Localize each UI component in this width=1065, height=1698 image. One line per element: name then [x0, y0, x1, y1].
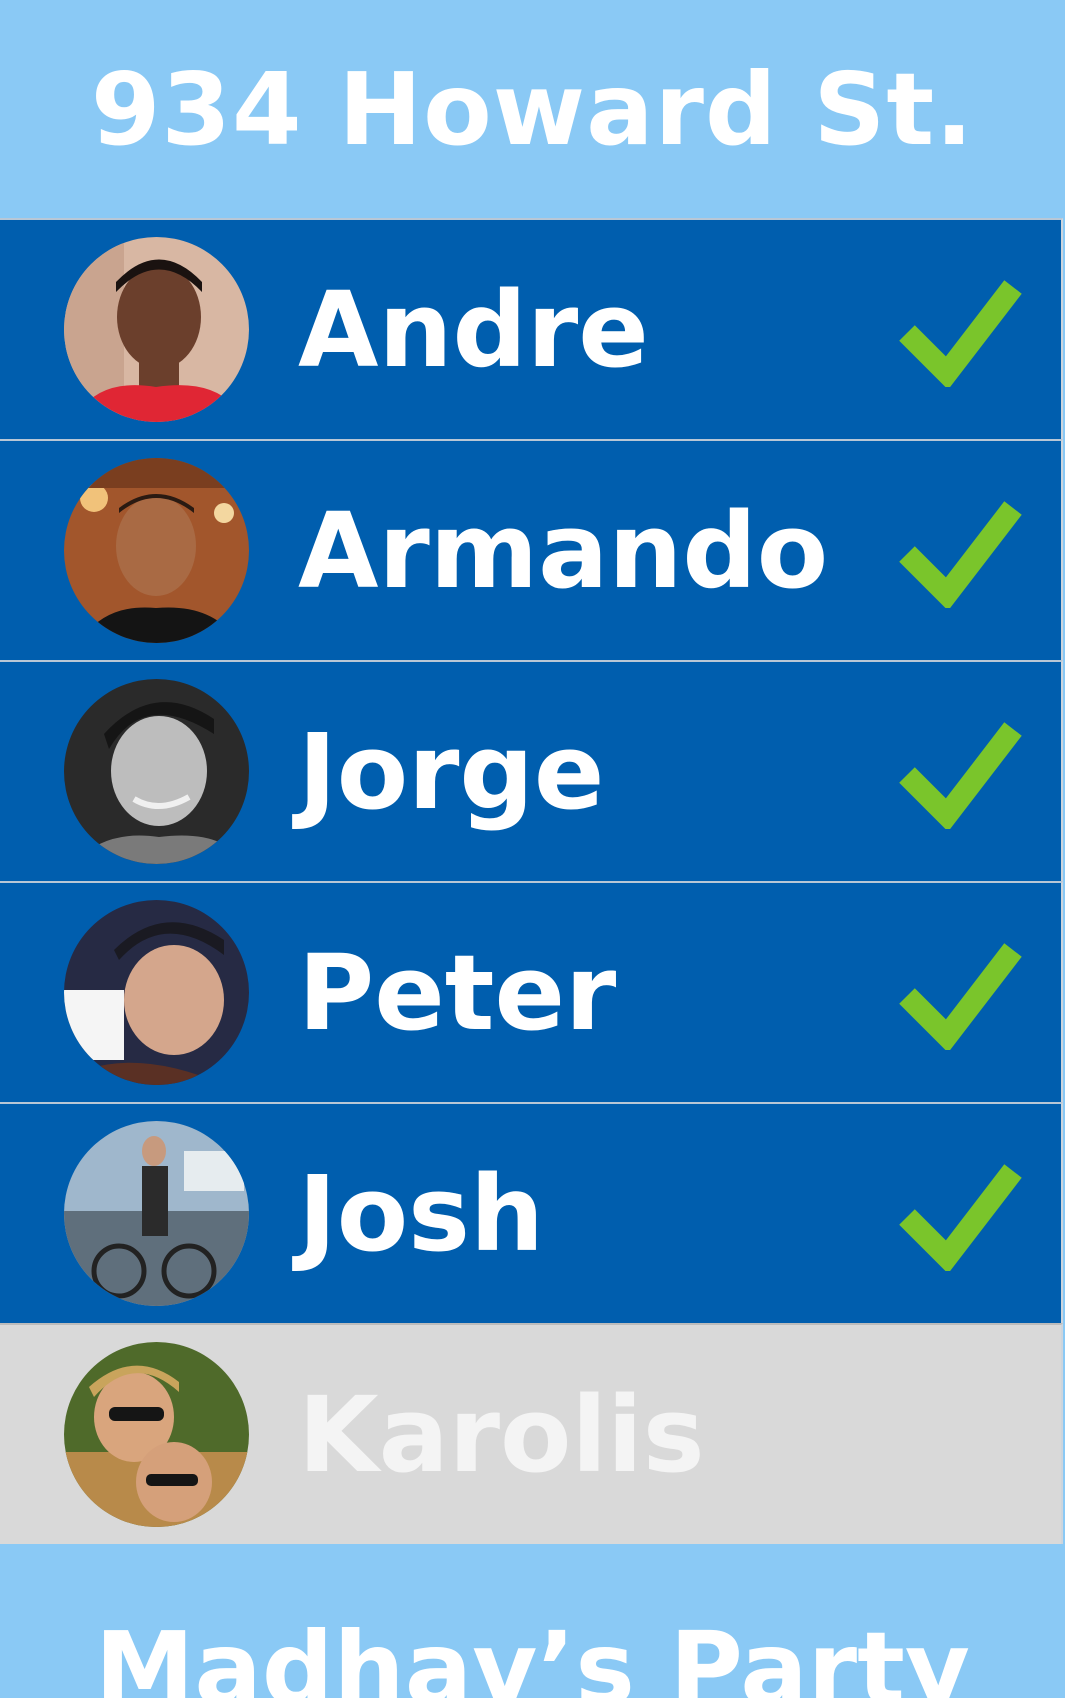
guest-name: Josh	[298, 1153, 545, 1275]
guest-row-jorge[interactable]: Jorge	[0, 660, 1063, 881]
invite-screen: 934 Howard St. Andre Armando Jorge Peter…	[0, 0, 1065, 1698]
checkmark-icon	[899, 722, 1022, 829]
avatar	[64, 1342, 249, 1527]
avatar	[64, 458, 249, 643]
avatar	[64, 237, 249, 422]
guest-name: Karolis	[298, 1374, 705, 1496]
footer: Madhav’s Party	[0, 1560, 1065, 1698]
guest-row-peter[interactable]: Peter	[0, 881, 1063, 1102]
guest-name: Peter	[298, 932, 617, 1054]
guest-name: Andre	[298, 269, 649, 391]
guest-row-andre[interactable]: Andre	[0, 218, 1063, 439]
avatar	[64, 900, 249, 1085]
guest-row-josh[interactable]: Josh	[0, 1102, 1063, 1323]
avatar	[64, 1121, 249, 1306]
guest-list: Andre Armando Jorge Peter Josh Karolis	[0, 218, 1063, 1544]
checkmark-icon	[899, 943, 1022, 1050]
guest-row-armando[interactable]: Armando	[0, 439, 1063, 660]
checkmark-icon	[899, 1164, 1022, 1271]
location-title: 934 Howard St.	[90, 50, 975, 168]
guest-name: Armando	[298, 490, 829, 612]
guest-row-karolis[interactable]: Karolis	[0, 1323, 1063, 1544]
checkmark-icon	[899, 501, 1022, 608]
checkmark-icon	[899, 280, 1022, 387]
avatar	[64, 679, 249, 864]
header: 934 Howard St.	[0, 0, 1065, 218]
guest-name: Jorge	[298, 711, 605, 833]
event-title: Madhav’s Party	[94, 1610, 971, 1698]
